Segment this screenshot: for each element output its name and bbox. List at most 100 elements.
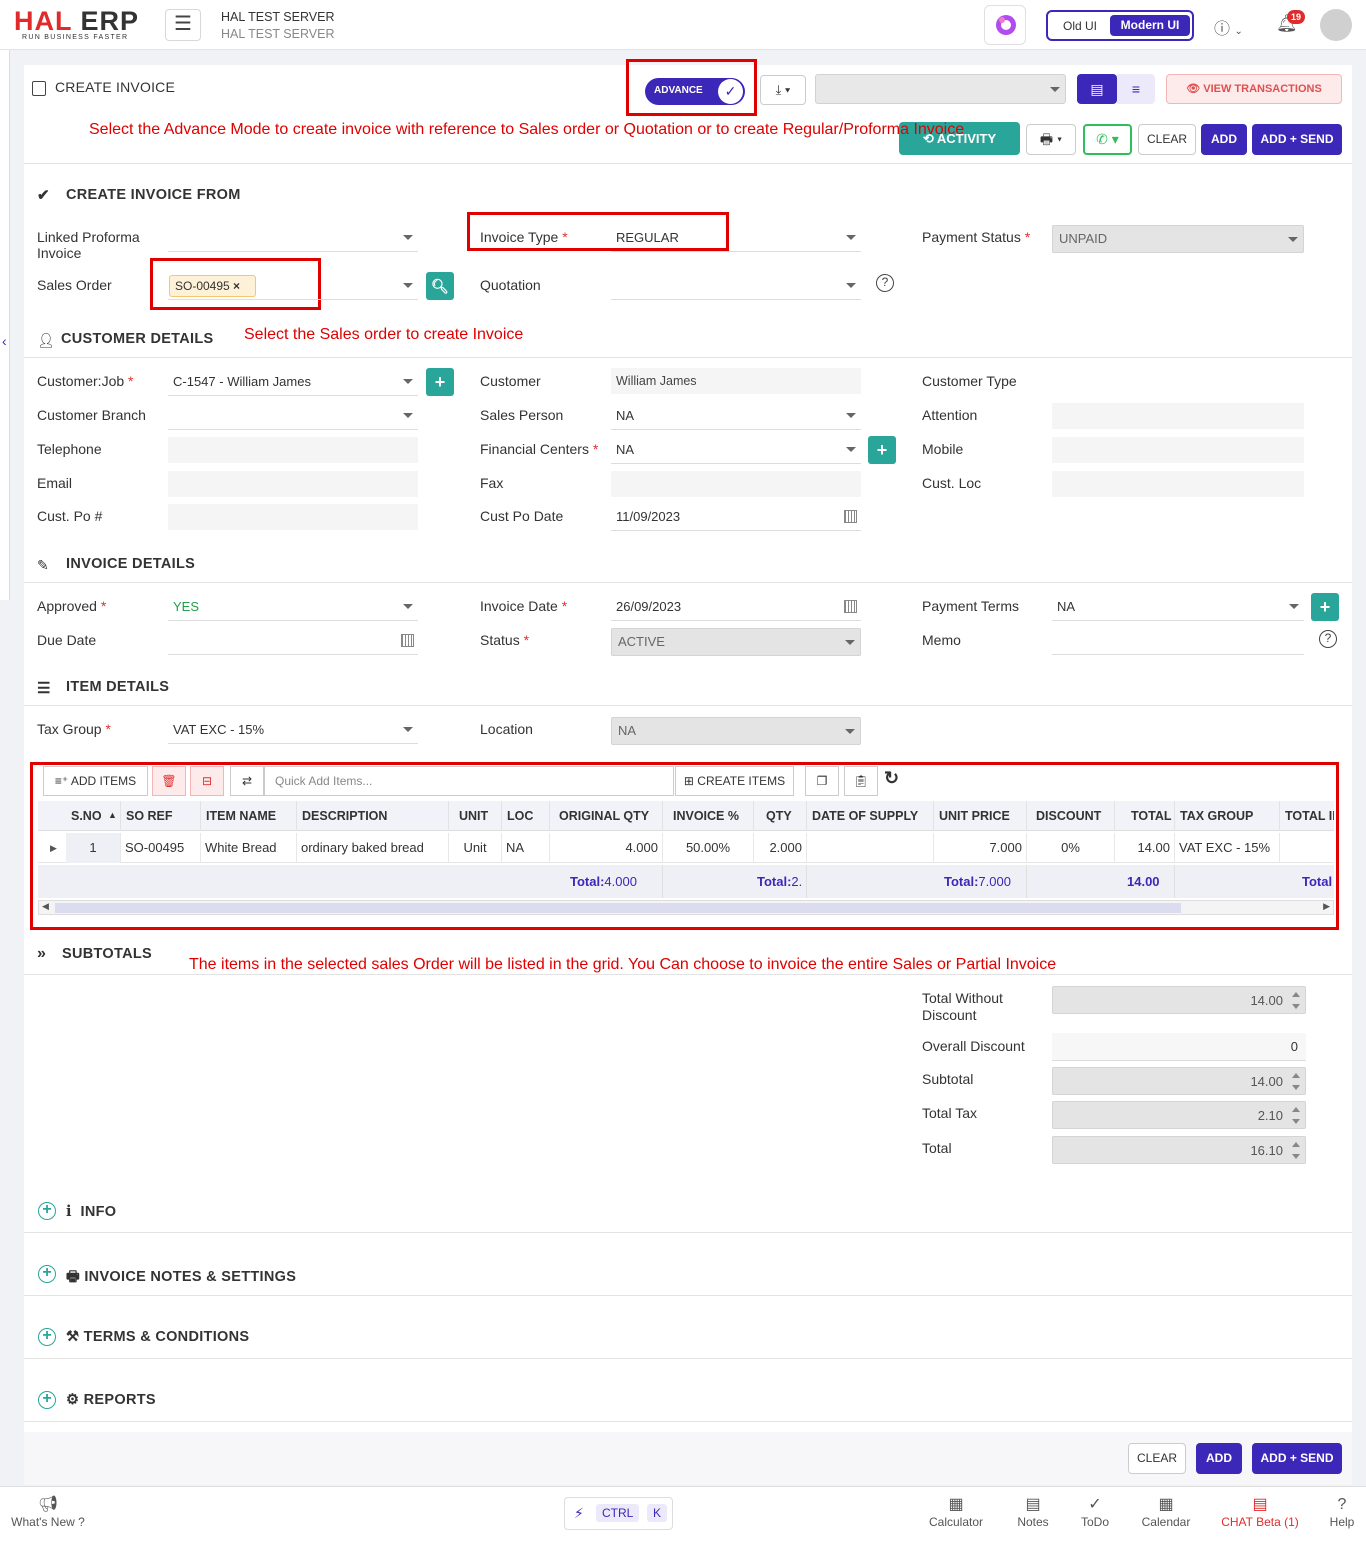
calculator-button[interactable]: ▦ Calculator: [923, 1495, 989, 1529]
assistant-orb-icon[interactable]: [984, 5, 1026, 45]
form-icon[interactable]: ▤: [1077, 74, 1117, 104]
expand-notes-icon[interactable]: +: [38, 1265, 56, 1283]
mobile-input[interactable]: [1052, 437, 1304, 463]
col-original-qty[interactable]: ORIGINAL QTY: [550, 801, 663, 831]
calendar-icon[interactable]: [401, 634, 414, 647]
delete-icon[interactable]: 🗑︎: [152, 766, 186, 796]
tax-group-select[interactable]: VAT EXC - 15%: [168, 716, 418, 744]
cust-po-date-input[interactable]: 11/09/2023: [611, 503, 861, 531]
clear-button-top[interactable]: CLEAR: [1138, 124, 1196, 155]
fax-input[interactable]: [611, 471, 861, 497]
col-item-name[interactable]: ITEM NAME: [201, 801, 297, 831]
refresh-icon[interactable]: ↻: [884, 768, 899, 789]
section-notes[interactable]: 🖶︎ INVOICE NOTES & SETTINGS: [66, 1266, 296, 1291]
help-icon[interactable]: ?: [876, 274, 894, 292]
add-button-bottom[interactable]: ADD: [1196, 1443, 1242, 1474]
cell-description[interactable]: ordinary baked bread: [297, 833, 449, 863]
linked-proforma-select[interactable]: [168, 224, 418, 252]
due-date-input[interactable]: [168, 627, 418, 655]
cust-po-input[interactable]: [168, 504, 418, 530]
sidebar-expand-icon[interactable]: ‹: [2, 333, 18, 355]
customer-branch-select[interactable]: [168, 402, 418, 430]
expand-terms-icon[interactable]: +: [38, 1328, 56, 1346]
calendar-icon[interactable]: [844, 600, 857, 613]
scrollbar-thumb[interactable]: [55, 903, 1181, 913]
swap-icon[interactable]: ⇄: [230, 766, 264, 796]
col-so-ref[interactable]: SO REF: [121, 801, 201, 831]
info-icon[interactable]: ⓘ ⌄: [1214, 15, 1243, 39]
close-icon[interactable]: ×: [233, 279, 240, 293]
memo-input[interactable]: [1052, 627, 1304, 655]
add-send-button-bottom[interactable]: ADD + SEND: [1252, 1443, 1342, 1474]
help-button[interactable]: ? Help: [1322, 1495, 1362, 1529]
cell-discount[interactable]: 0%: [1027, 833, 1115, 863]
copy-icon[interactable]: ❐: [805, 766, 839, 796]
col-unit-price[interactable]: UNIT PRICE: [934, 801, 1027, 831]
print-button[interactable]: 🖶︎ ▾: [1026, 124, 1076, 155]
paste-icon[interactable]: 📋︎: [844, 766, 878, 796]
template-select[interactable]: [815, 74, 1066, 104]
cust-loc-input[interactable]: [1052, 471, 1304, 497]
view-transactions-button[interactable]: 👁︎ VIEW TRANSACTIONS: [1166, 74, 1342, 104]
attention-input[interactable]: [1052, 403, 1304, 429]
sales-order-chip[interactable]: SO-00495 ×: [169, 275, 256, 297]
col-invoice-pct[interactable]: INVOICE %: [663, 801, 754, 831]
row-expand-icon[interactable]: ▶: [50, 843, 57, 854]
calendar-button[interactable]: ▦ Calendar: [1135, 1495, 1197, 1529]
notes-button[interactable]: ▤ Notes: [1010, 1495, 1056, 1529]
cell-invoice-pct[interactable]: 50.00%: [663, 833, 754, 863]
cell-unit-price[interactable]: 7.000: [934, 833, 1027, 863]
cell-loc[interactable]: NA: [502, 833, 550, 863]
col-tax-group[interactable]: TAX GROUP: [1175, 801, 1280, 831]
search-sales-order-button[interactable]: 🔍︎: [426, 272, 454, 300]
add-items-button[interactable]: ≡⁺ ADD ITEMS: [43, 766, 148, 796]
invoice-date-input[interactable]: 26/09/2023: [611, 593, 861, 621]
cell-sno[interactable]: 1: [66, 833, 121, 863]
add-button-top[interactable]: ADD: [1201, 124, 1247, 155]
delete-all-icon[interactable]: ⊟: [190, 766, 224, 796]
customer-job-select[interactable]: C-1547 - William James: [168, 368, 418, 396]
cell-qty[interactable]: 2.000: [754, 833, 807, 863]
create-items-button[interactable]: ⊞ CREATE ITEMS: [675, 766, 794, 796]
col-date-of-supply[interactable]: DATE OF SUPPLY: [807, 801, 934, 831]
download-button[interactable]: ⤓ ▾: [760, 75, 806, 105]
cell-unit[interactable]: Unit: [449, 833, 502, 863]
approved-select[interactable]: YES: [168, 593, 418, 621]
overall-discount-input[interactable]: 0: [1052, 1033, 1306, 1061]
scroll-left-icon[interactable]: ◀: [42, 901, 49, 912]
quotation-select[interactable]: [611, 272, 861, 300]
add-financial-center-button[interactable]: +: [868, 436, 896, 464]
todo-button[interactable]: ✓ ToDo: [1073, 1495, 1117, 1529]
scroll-right-icon[interactable]: ▶: [1323, 901, 1330, 912]
payment-terms-select[interactable]: NA: [1052, 593, 1304, 621]
cell-original-qty[interactable]: 4.000: [550, 833, 663, 863]
modern-ui-option[interactable]: Modern UI: [1110, 15, 1190, 36]
menu-icon[interactable]: ☰: [165, 9, 201, 41]
ui-switcher[interactable]: Old UI Modern UI: [1046, 10, 1194, 41]
expand-reports-icon[interactable]: +: [38, 1391, 56, 1409]
section-info[interactable]: i INFO: [66, 1203, 116, 1220]
col-loc[interactable]: LOC: [502, 801, 550, 831]
whatsapp-button[interactable]: ✆ ▾: [1083, 124, 1132, 155]
help-icon[interactable]: ?: [1319, 630, 1337, 648]
add-payment-terms-button[interactable]: +: [1311, 593, 1339, 621]
cell-item-name[interactable]: White Bread: [201, 833, 297, 863]
col-total[interactable]: TOTAL: [1115, 801, 1175, 831]
horizontal-scrollbar[interactable]: ◀ ▶: [38, 900, 1334, 915]
old-ui-option[interactable]: Old UI: [1054, 19, 1106, 33]
command-palette-button[interactable]: ⚡︎ CTRL K: [564, 1497, 673, 1530]
col-qty[interactable]: QTY: [754, 801, 807, 831]
col-description[interactable]: DESCRIPTION: [297, 801, 449, 831]
logo[interactable]: HAL ERP RUN BUSINESS FASTER: [14, 8, 149, 42]
col-total-in[interactable]: TOTAL IN: [1280, 801, 1334, 831]
advance-toggle[interactable]: ADVANCE ✓: [645, 78, 745, 105]
cell-tax-group[interactable]: VAT EXC - 15%: [1175, 833, 1280, 863]
clear-button-bottom[interactable]: CLEAR: [1128, 1443, 1186, 1474]
financial-centers-select[interactable]: NA: [611, 436, 861, 464]
email-input[interactable]: [168, 471, 418, 497]
cell-total[interactable]: 14.00: [1115, 833, 1175, 863]
edit-list-icon[interactable]: ≡: [1117, 74, 1155, 104]
section-reports[interactable]: ⚙ REPORTS: [66, 1392, 156, 1408]
calendar-icon[interactable]: [844, 510, 857, 523]
telephone-input[interactable]: [168, 437, 418, 463]
